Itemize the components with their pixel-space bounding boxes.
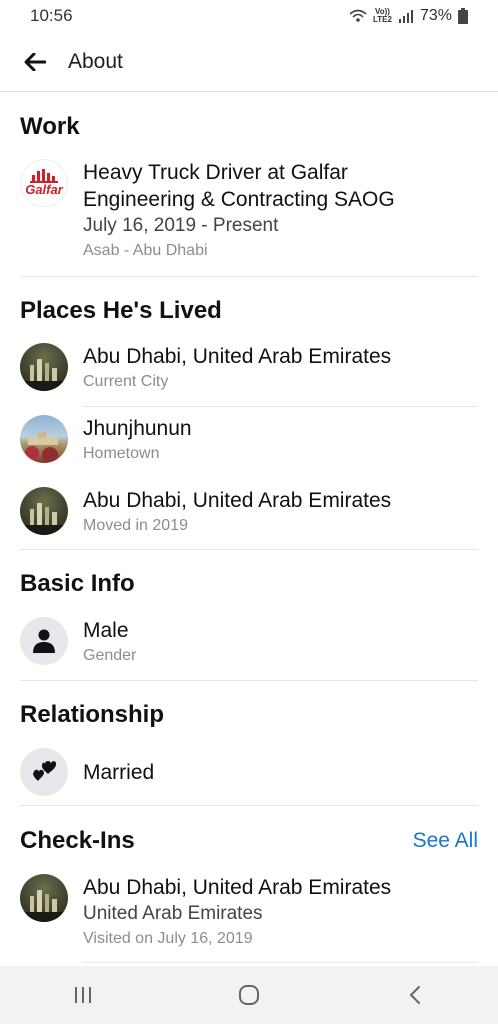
basic-info-section-title: Basic Info <box>20 570 135 597</box>
checkin-date: Visited on July 16, 2019 <box>83 930 253 947</box>
checkin-country: United Arab Emirates <box>83 903 263 924</box>
place-name: Abu Dhabi, United Arab Emirates <box>83 489 392 512</box>
person-icon <box>20 617 68 665</box>
place-name: Abu Dhabi, United Arab Emirates <box>83 345 392 368</box>
checkin-item[interactable]: Abu Dhabi, United Arab Emirates United A… <box>0 874 498 951</box>
gender-label: Gender <box>83 647 137 664</box>
status-bar: 10:56 Vo)) LTE2 73% <box>0 0 498 32</box>
place-item[interactable]: Abu Dhabi, United Arab Emirates Current … <box>0 343 498 394</box>
place-detail: Current City <box>83 373 169 390</box>
place-detail: Moved in 2019 <box>83 517 188 534</box>
job-location: Asab - Abu Dhabi <box>83 242 208 259</box>
hearts-icon <box>20 748 68 796</box>
divider <box>82 962 478 963</box>
wifi-icon <box>349 9 367 22</box>
city-photo <box>20 874 68 922</box>
app-header: About <box>0 32 498 92</box>
divider <box>20 805 478 806</box>
work-item[interactable]: Galfar Heavy Truck Driver at Galfar Engi… <box>0 159 498 263</box>
job-title: Heavy Truck Driver at Galfar Engineering… <box>83 161 395 211</box>
gender-item[interactable]: Male Gender <box>0 617 498 668</box>
battery-icon <box>458 8 468 24</box>
gender-value: Male <box>83 619 129 642</box>
divider <box>20 549 478 550</box>
status-icons: Vo)) LTE2 73% <box>349 7 468 25</box>
city-photo <box>20 415 68 463</box>
place-item[interactable]: Abu Dhabi, United Arab Emirates Moved in… <box>0 487 498 538</box>
relationship-section-title: Relationship <box>20 701 165 728</box>
back-nav-icon[interactable] <box>395 975 435 1015</box>
place-detail: Hometown <box>83 445 160 462</box>
place-name: Jhunjhunun <box>83 417 192 440</box>
company-logo: Galfar <box>20 159 68 207</box>
checkin-place: Abu Dhabi, United Arab Emirates <box>83 876 392 899</box>
back-arrow-icon[interactable] <box>22 49 48 75</box>
divider <box>20 276 478 277</box>
places-section-title: Places He's Lived <box>20 297 222 324</box>
recent-apps-icon[interactable] <box>63 975 103 1015</box>
signal-icon <box>398 10 413 23</box>
divider <box>82 406 478 407</box>
galfar-building-icon <box>30 169 58 183</box>
job-dates: July 16, 2019 - Present <box>83 215 279 236</box>
place-item[interactable]: Jhunjhunun Hometown <box>0 415 498 466</box>
system-nav-bar <box>0 966 498 1024</box>
city-photo <box>20 487 68 535</box>
status-time: 10:56 <box>30 6 73 25</box>
work-section-title: Work <box>20 113 80 140</box>
checkins-section-title: Check-Ins <box>20 827 135 854</box>
relationship-value: Married <box>83 760 155 784</box>
network-type: Vo)) LTE2 <box>373 7 392 24</box>
battery-percent: 73% <box>419 7 452 24</box>
home-icon[interactable] <box>229 975 269 1015</box>
see-all-link[interactable]: See All <box>413 829 478 853</box>
city-photo <box>20 343 68 391</box>
company-logo-text: Galfar <box>25 182 63 197</box>
page-title: About <box>68 49 123 73</box>
divider <box>20 680 478 681</box>
relationship-item[interactable]: Married <box>0 748 498 796</box>
